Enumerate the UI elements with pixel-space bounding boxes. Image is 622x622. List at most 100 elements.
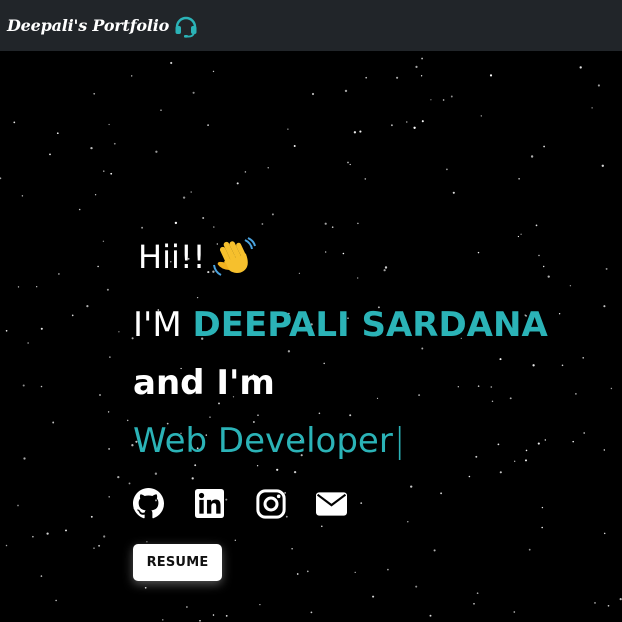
star [476,592,479,595]
star [271,213,274,216]
star [331,226,334,228]
star [5,544,8,547]
star [349,163,351,166]
star [518,178,520,180]
star [113,142,116,145]
role-text: Web Developer [133,421,393,461]
star [607,604,610,607]
star [182,196,186,199]
github-icon [133,488,164,519]
star [429,614,432,617]
instagram-link[interactable] [255,488,286,519]
star [102,240,105,242]
star [321,525,323,528]
star [49,153,51,156]
and-im-text: and I'm [133,363,275,403]
star [413,126,416,129]
linkedin-icon [195,489,224,518]
star [93,547,95,549]
email-link[interactable] [316,488,347,519]
star [357,222,359,225]
github-link[interactable] [133,488,164,519]
headset-icon [173,14,199,38]
star [32,535,34,538]
star [473,603,475,605]
star [103,535,106,538]
star [22,384,25,387]
star [538,254,540,257]
star [442,99,445,101]
star [71,314,74,317]
star [490,386,493,388]
star [131,75,133,77]
star [86,305,89,308]
star [128,482,131,485]
linkedin-link[interactable] [194,488,225,519]
star [52,421,55,424]
star [450,95,453,98]
star [190,191,192,193]
star [94,194,97,196]
star [376,397,379,400]
brand-link[interactable]: Deepali's Portfolio [7,14,199,38]
star [499,358,502,361]
star [212,70,215,73]
star [234,539,236,541]
star [421,120,424,123]
star [126,419,129,422]
star [108,447,111,450]
star [406,121,408,123]
star [196,296,199,299]
star [141,226,144,229]
navbar: Deepali's Portfolio [0,0,622,51]
star [605,267,608,270]
star [354,571,356,574]
star [575,393,577,395]
star [162,619,164,621]
star [109,356,111,358]
resume-button[interactable]: RESUME [133,544,222,581]
star [296,573,299,575]
star [497,443,500,446]
star [98,544,101,547]
star [46,532,49,535]
star [513,611,516,613]
star [199,619,201,622]
star [17,504,19,507]
star [491,400,494,403]
star [106,288,109,291]
star [23,457,26,460]
star [452,191,455,194]
star [572,440,574,443]
star [58,273,60,275]
star [0,177,2,180]
star [97,265,99,268]
star [154,472,158,475]
star [430,99,432,101]
hero-section: Hii!! I'M DEEPALI SARDANA and I'm Web De… [133,232,548,581]
star [108,496,110,498]
name-heading: I'M DEEPALI SARDANA [133,308,548,342]
star [90,146,93,150]
star [257,414,259,417]
star [261,223,264,225]
star [236,182,239,185]
star [40,575,43,577]
star [561,364,564,367]
role-typewriter: Web Developer| [133,424,405,458]
star [468,475,471,478]
star [325,251,327,253]
star [603,532,606,535]
star [384,266,388,269]
star [344,89,348,93]
star [298,272,301,274]
star [323,362,325,365]
waving-hand-icon [212,235,256,279]
instagram-icon [255,488,286,519]
star [583,432,586,434]
star [27,342,29,344]
star [192,91,195,94]
star [364,178,367,180]
star [160,109,162,111]
star [520,233,522,235]
